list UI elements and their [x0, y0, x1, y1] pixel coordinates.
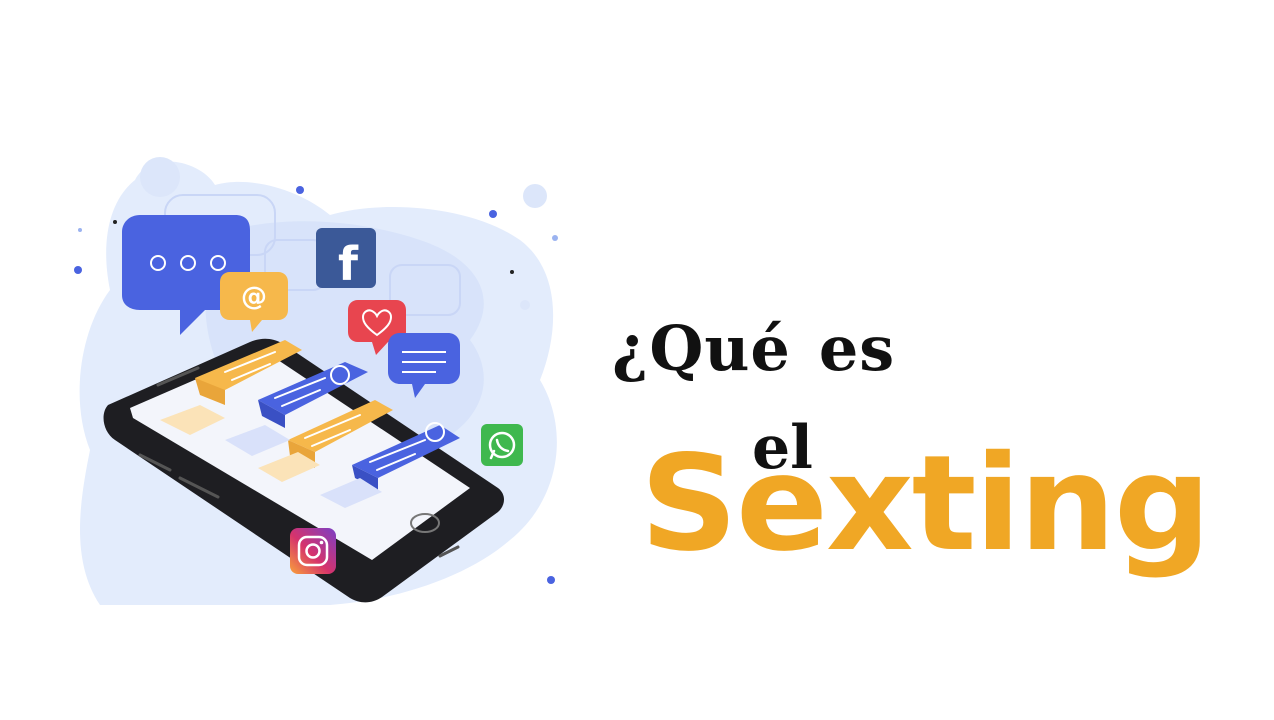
- svg-text:@: @: [241, 282, 267, 312]
- title-word-es: es: [818, 312, 896, 385]
- whatsapp-icon: [481, 424, 523, 466]
- title-highlight-sexting: Sexting: [640, 427, 1211, 581]
- title-word-que: ¿Qué: [612, 312, 791, 385]
- instagram-icon: [290, 528, 336, 574]
- smartphone-messaging-illustration: @ f: [74, 157, 558, 605]
- title-line-1: ¿Qué es: [612, 318, 895, 380]
- facebook-icon: f: [316, 228, 376, 291]
- svg-text:f: f: [338, 237, 359, 291]
